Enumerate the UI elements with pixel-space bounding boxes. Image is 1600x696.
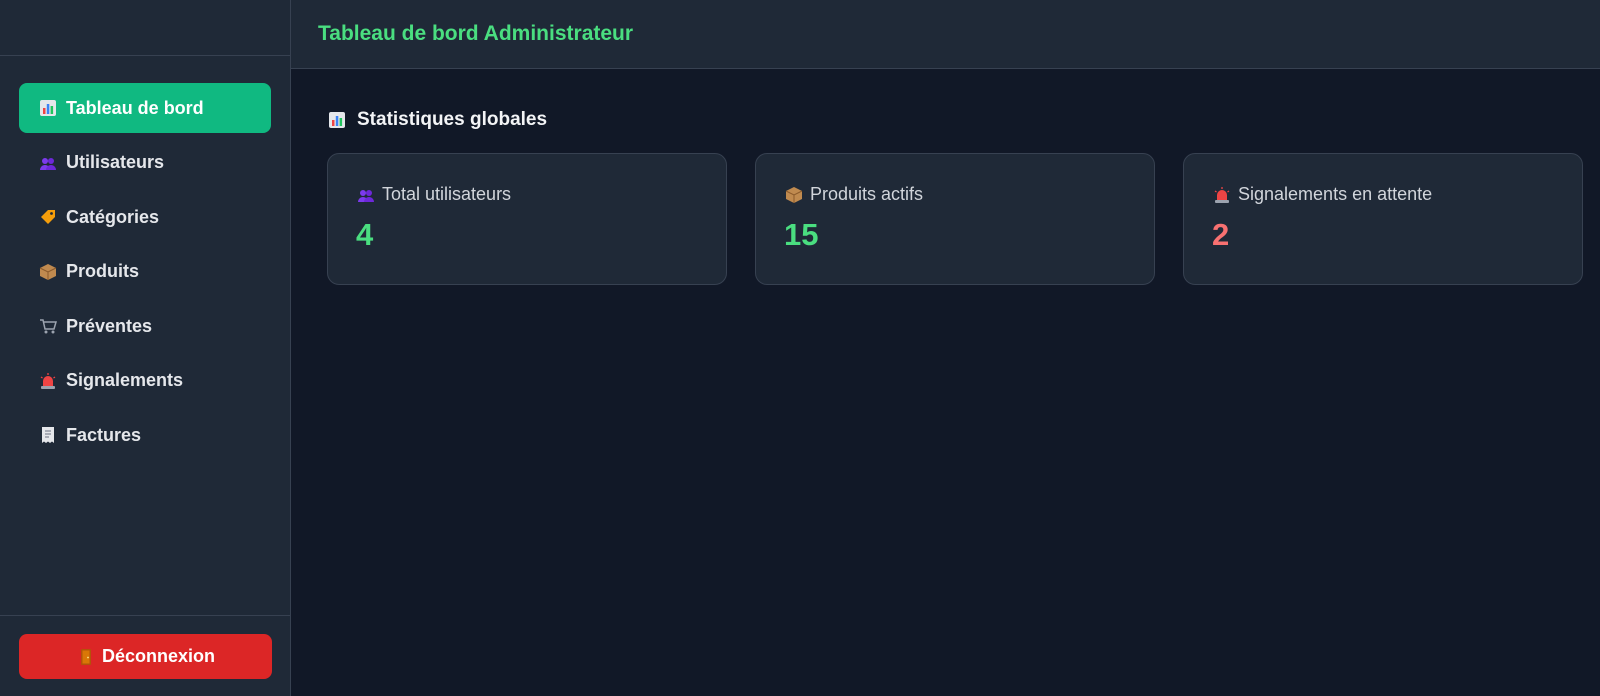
package-icon <box>38 262 58 282</box>
stat-label-text: Produits actifs <box>810 184 924 204</box>
sidebar-item-products[interactable]: Produits <box>19 247 271 297</box>
top-bar: Tableau de bord Administrateur <box>291 0 1600 69</box>
door-icon <box>76 647 96 667</box>
sidebar-item-label: Tableau de bord <box>66 97 204 118</box>
sidebar-footer: Déconnexion <box>0 615 290 696</box>
sidebar-item-label: Préventes <box>66 315 153 336</box>
sidebar: Tableau de bord Utilisateurs Catégories … <box>0 0 291 696</box>
stat-card-products: Produits actifs 15 <box>755 153 1155 285</box>
siren-icon <box>1212 185 1232 205</box>
stat-value: 2 <box>1212 217 1230 252</box>
users-icon <box>356 185 376 205</box>
stat-value: 15 <box>784 217 819 252</box>
tag-icon <box>38 207 58 227</box>
section-title-text: Statistiques globales <box>357 109 548 130</box>
stat-label-text: Signalements en attente <box>1238 184 1433 204</box>
section-title: Statistiques globales <box>327 109 1583 131</box>
sidebar-item-dashboard[interactable]: Tableau de bord <box>19 83 271 133</box>
sidebar-item-presales[interactable]: Préventes <box>19 301 271 351</box>
stat-label: Signalements en attente <box>1212 184 1554 205</box>
sidebar-item-reports[interactable]: Signalements <box>19 356 271 406</box>
main-area: Tableau de bord Administrateur Statistiq… <box>291 0 1600 696</box>
page-title: Tableau de bord Administrateur <box>318 22 634 45</box>
app: Tableau de bord Utilisateurs Catégories … <box>0 0 1600 696</box>
sidebar-nav: Tableau de bord Utilisateurs Catégories … <box>0 56 290 465</box>
siren-icon <box>38 371 58 391</box>
logout-label: Déconnexion <box>101 646 216 666</box>
users-icon <box>38 153 58 173</box>
stat-label: Produits actifs <box>784 184 1126 205</box>
sidebar-item-label: Signalements <box>66 370 184 390</box>
bar-chart-icon <box>38 98 58 118</box>
package-icon <box>784 185 804 205</box>
sidebar-item-label: Catégories <box>66 206 160 227</box>
sidebar-header <box>0 0 290 56</box>
stats-grid: Total utilisateurs 4 Produits actifs 15 <box>327 153 1583 285</box>
stat-label-text: Total utilisateurs <box>382 184 512 204</box>
stat-label: Total utilisateurs <box>356 184 698 205</box>
sidebar-item-users[interactable]: Utilisateurs <box>19 138 271 188</box>
sidebar-item-categories[interactable]: Catégories <box>19 192 271 242</box>
stat-card-users: Total utilisateurs 4 <box>327 153 727 285</box>
stat-value: 4 <box>356 217 374 252</box>
logout-button[interactable]: Déconnexion <box>19 634 272 679</box>
sidebar-item-invoices[interactable]: Factures <box>19 410 271 460</box>
receipt-icon <box>38 425 58 445</box>
cart-icon <box>38 316 58 336</box>
sidebar-item-label: Produits <box>66 261 140 281</box>
sidebar-item-label: Utilisateurs <box>66 152 165 172</box>
stat-card-reports: Signalements en attente 2 <box>1183 153 1583 285</box>
bar-chart-icon <box>327 110 347 130</box>
sidebar-item-label: Factures <box>66 424 142 445</box>
dashboard-content: Statistiques globales Total utilisateurs… <box>291 69 1600 285</box>
